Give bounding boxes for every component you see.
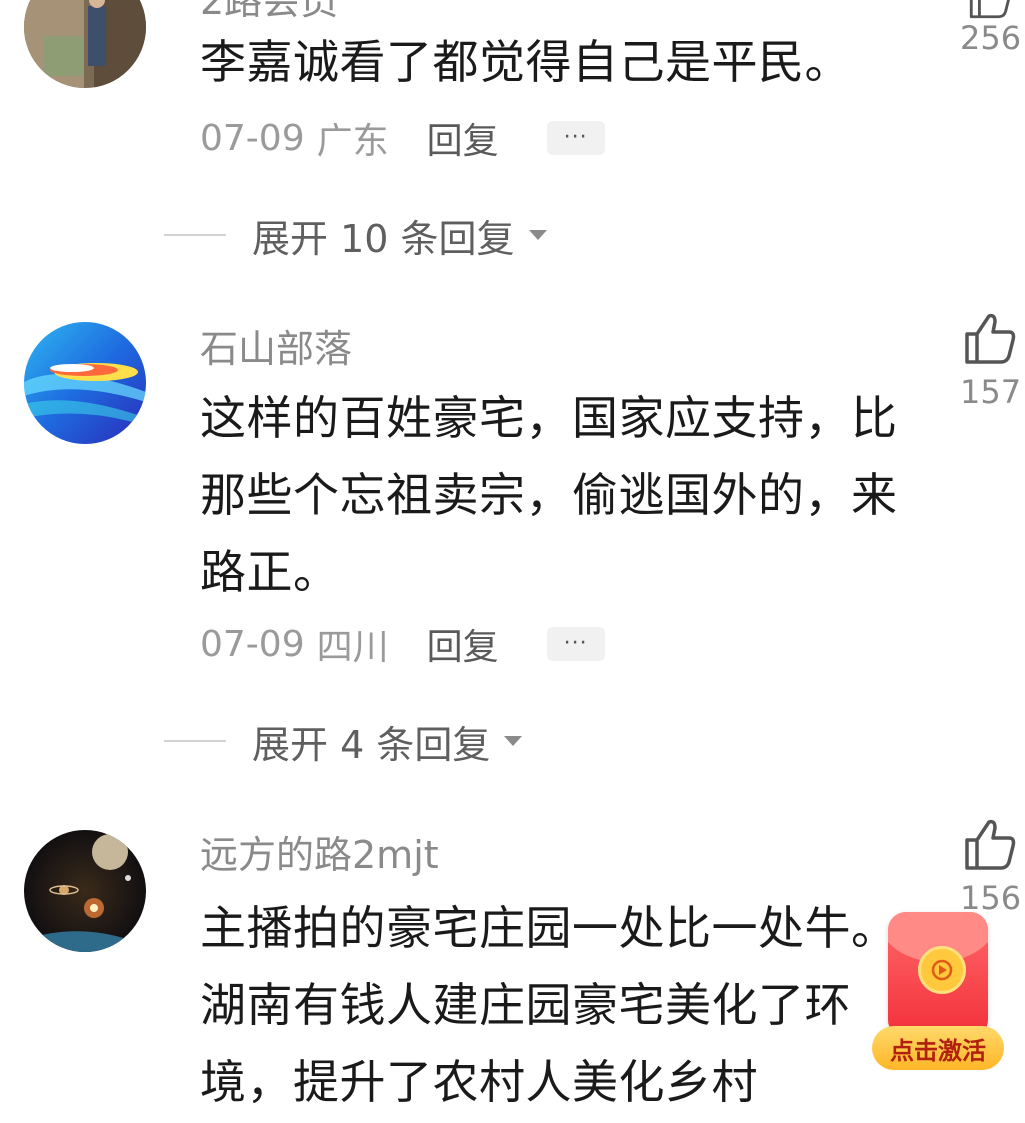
expand-replies-button[interactable]: 展开 10 条回复 — [164, 210, 547, 261]
expand-replies-label: 展开 10 条回复 — [252, 216, 515, 261]
caret-down-icon — [528, 230, 547, 240]
caret-down-icon — [504, 736, 523, 746]
divider-line — [164, 740, 226, 742]
comment-username[interactable]: 石山部落 — [200, 330, 352, 368]
comment-username[interactable]: 2路会员 — [200, 0, 338, 20]
comment-date: 07-09 — [200, 623, 305, 665]
like-button[interactable]: 156 — [960, 818, 1022, 917]
comment-meta: 07-09 广东 回复 ··· — [200, 114, 605, 162]
more-options-button[interactable]: ··· — [546, 627, 605, 661]
expand-replies-label: 展开 4 条回复 — [252, 722, 491, 767]
thumbs-up-icon — [969, 0, 1010, 19]
divider-line — [164, 234, 226, 236]
play-coin-icon — [918, 946, 966, 994]
more-dots-icon: ··· — [563, 125, 588, 150]
like-count: 156 — [960, 879, 1022, 917]
comment-location: 四川 — [316, 627, 389, 668]
avatar[interactable] — [24, 830, 146, 952]
thumbs-up-icon — [965, 313, 1016, 364]
like-button[interactable]: 157 — [960, 312, 1022, 411]
red-packet-widget[interactable]: 点击激活 — [872, 912, 1004, 1070]
like-count: 157 — [960, 373, 1022, 411]
more-dots-icon: ··· — [563, 631, 588, 656]
comment-text: 李嘉诚看了都觉得自己是平民。 — [200, 35, 851, 89]
comment-text: 这样的百姓豪宅，国家应支持，比那些个忘祖卖宗，偷逃国外的，来路正。 — [200, 391, 898, 599]
like-button[interactable]: 256 — [960, 0, 1022, 57]
thumbs-up-icon — [965, 819, 1016, 870]
reply-button[interactable]: 回复 — [427, 112, 499, 164]
more-options-button[interactable]: ··· — [546, 121, 605, 155]
avatar[interactable] — [24, 0, 146, 88]
avatar[interactable] — [24, 322, 146, 444]
red-packet-label: 点击激活 — [872, 1026, 1004, 1070]
reply-button[interactable]: 回复 — [427, 618, 499, 670]
expand-replies-button[interactable]: 展开 4 条回复 — [164, 716, 523, 767]
comment-text: 主播拍的豪宅庄园一处比一处牛。湖南有钱人建庄园豪宅美化了环境，提升了农村人美化乡… — [200, 901, 898, 1109]
comment-date: 07-09 — [200, 117, 305, 159]
comment-location: 广东 — [316, 121, 389, 162]
red-envelope-icon — [888, 912, 988, 1038]
like-count: 256 — [960, 19, 1022, 57]
comment-meta: 07-09 四川 回复 ··· — [200, 620, 605, 668]
comment-username[interactable]: 远方的路2mjt — [200, 836, 439, 874]
